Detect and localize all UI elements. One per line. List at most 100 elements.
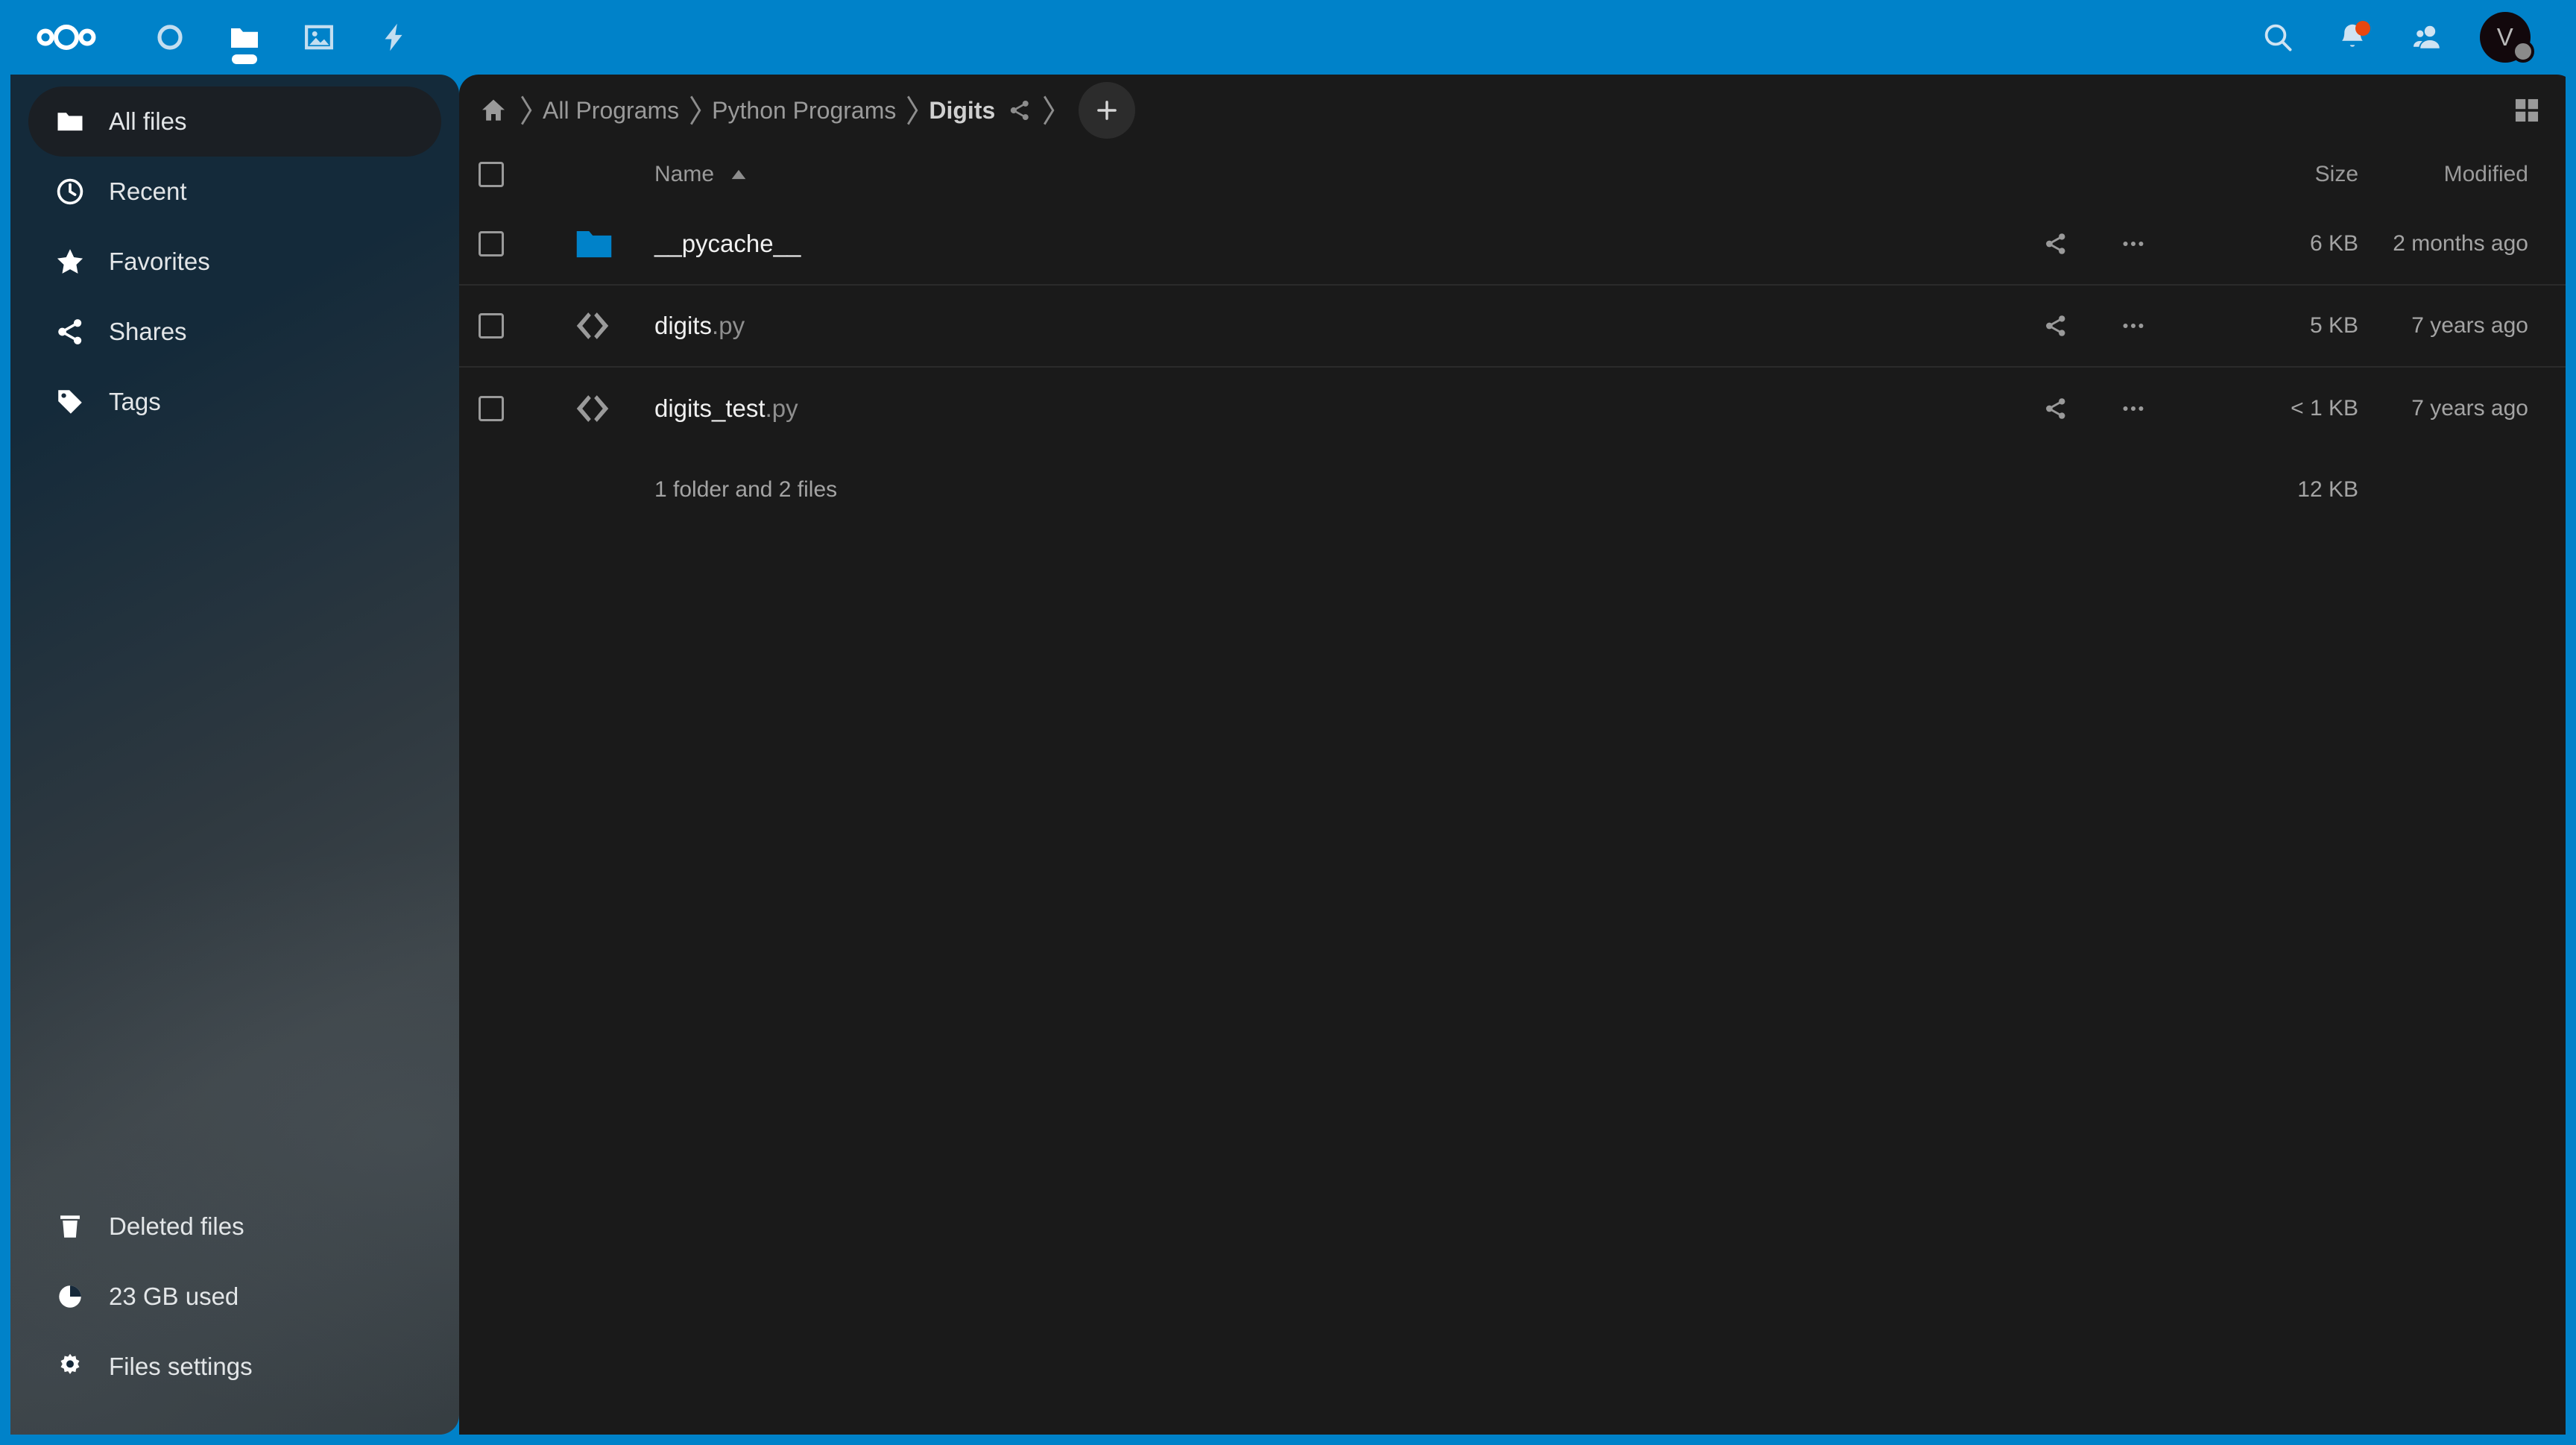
star-icon: [51, 242, 89, 281]
breadcrumb-separator: [1034, 90, 1064, 130]
share-header: [2017, 146, 2094, 203]
summary-spacer: [2358, 449, 2576, 531]
sidebar-item-recent[interactable]: Recent: [28, 157, 441, 227]
file-name[interactable]: digits: [654, 312, 712, 339]
sidebar-item-label: Favorites: [109, 248, 210, 275]
row-share-cell: [2017, 367, 2094, 449]
new-file-button[interactable]: [1079, 82, 1136, 139]
table-row[interactable]: __pycache__ 6 KB 2 months ago: [459, 203, 2576, 285]
row-modified: 7 years ago: [2411, 313, 2528, 338]
clock-icon: [51, 172, 89, 211]
controls-bar: All Programs Python Programs Digits: [459, 75, 2576, 146]
sidebar-navigation: All files Recent Favorites Shares Tags D…: [10, 75, 459, 1435]
select-all-header: [459, 146, 571, 203]
breadcrumb-item-all-programs[interactable]: All Programs: [543, 97, 679, 125]
sidebar-item-label: Files settings: [109, 1353, 253, 1380]
row-size: 6 KB: [2309, 230, 2358, 256]
sidebar-item-label: 23 GB used: [109, 1282, 239, 1310]
modified-header[interactable]: Modified: [2358, 146, 2576, 203]
row-icon-cell: [571, 203, 654, 285]
row-share-button[interactable]: [2030, 382, 2082, 435]
home-icon[interactable]: [477, 94, 510, 127]
summary-spacer: [2094, 449, 2172, 531]
right-edge-accent: [2566, 75, 2576, 1445]
share-icon: [51, 312, 89, 351]
file-name[interactable]: digits_test: [654, 394, 765, 422]
sidebar-item-storage-used[interactable]: 23 GB used: [28, 1262, 441, 1332]
search-button[interactable]: [2241, 0, 2315, 75]
table-row[interactable]: digits_test.py < 1 KB 7 years ago: [459, 367, 2576, 449]
app-dashboard[interactable]: [133, 0, 207, 75]
row-icon-cell: [571, 367, 654, 449]
table-summary-row: 1 folder and 2 files 12 KB: [459, 449, 2576, 531]
sidebar-item-label: Shares: [109, 318, 187, 345]
row-name-cell[interactable]: digits_test.py: [654, 367, 2017, 449]
summary-spacer: [2017, 449, 2094, 531]
contacts-button[interactable]: [2390, 0, 2464, 75]
row-more-actions-button[interactable]: [2107, 382, 2159, 435]
row-share-button[interactable]: [2030, 218, 2082, 270]
select-all-checkbox[interactable]: [479, 162, 504, 187]
sort-ascending-icon: [730, 169, 747, 180]
sidebar-item-deleted-files[interactable]: Deleted files: [28, 1191, 441, 1262]
folder-icon: [51, 102, 89, 141]
row-checkbox[interactable]: [479, 395, 504, 421]
row-name-cell[interactable]: digits.py: [654, 285, 2017, 367]
tag-icon: [51, 382, 89, 421]
row-menu-cell: [2094, 285, 2172, 367]
row-select-cell: [459, 203, 571, 285]
sidebar-bottom-items: Deleted files 23 GB used Files settings: [10, 1191, 459, 1435]
row-checkbox[interactable]: [479, 230, 504, 256]
summary-spacer: [459, 449, 571, 531]
breadcrumb-item-python-programs[interactable]: Python Programs: [712, 97, 896, 125]
row-icon-cell: [571, 285, 654, 367]
breadcrumb: All Programs Python Programs Digits: [477, 82, 1136, 139]
sidebar-item-shares[interactable]: Shares: [28, 297, 441, 367]
breadcrumb-share-icon[interactable]: [1007, 98, 1032, 123]
files-table-header: Name Size Modified: [459, 146, 2576, 203]
row-more-actions-button[interactable]: [2107, 300, 2159, 352]
gear-icon: [51, 1347, 89, 1386]
breadcrumb-item-digits[interactable]: Digits: [929, 97, 995, 125]
pie-chart-icon: [51, 1277, 89, 1316]
breadcrumb-separator: [897, 90, 927, 130]
user-avatar[interactable]: V: [2464, 0, 2546, 75]
summary-total-size: 12 KB: [2297, 477, 2358, 502]
row-share-button[interactable]: [2030, 300, 2082, 352]
summary-spacer: [571, 449, 654, 531]
app-activity[interactable]: [356, 0, 431, 75]
sidebar-item-label: Recent: [109, 177, 187, 205]
sidebar-item-all-files[interactable]: All files: [28, 86, 441, 157]
sidebar-item-favorites[interactable]: Favorites: [28, 227, 441, 297]
row-checkbox[interactable]: [479, 313, 504, 339]
breadcrumb-separator: [681, 90, 710, 130]
folder-icon: [571, 221, 654, 267]
file-name[interactable]: __pycache__: [654, 230, 801, 257]
row-size: < 1 KB: [2291, 395, 2358, 421]
notification-badge: [2355, 21, 2370, 36]
files-table-body: __pycache__ 6 KB 2 months ago digits.py …: [459, 203, 2576, 531]
table-row[interactable]: digits.py 5 KB 7 years ago: [459, 285, 2576, 367]
row-menu-cell: [2094, 203, 2172, 285]
app-files[interactable]: [207, 0, 282, 75]
nextcloud-logo[interactable]: [0, 0, 133, 75]
name-header[interactable]: Name: [654, 146, 2017, 203]
notifications-button[interactable]: [2315, 0, 2390, 75]
row-name-cell[interactable]: __pycache__: [654, 203, 2017, 285]
breadcrumb-separator: [511, 90, 541, 130]
files-content-area: All Programs Python Programs Digits Name…: [459, 75, 2576, 1435]
files-table: Name Size Modified __pycache__ 6 KB 2 mo…: [459, 146, 2576, 531]
app-photos[interactable]: [282, 0, 356, 75]
grid-view-toggle[interactable]: [2503, 86, 2551, 134]
sidebar-item-label: Deleted files: [109, 1212, 244, 1240]
sidebar-item-tags[interactable]: Tags: [28, 367, 441, 437]
sidebar-item-label: Tags: [109, 388, 161, 415]
trash-icon: [51, 1207, 89, 1246]
row-more-actions-button[interactable]: [2107, 218, 2159, 270]
sidebar-item-files-settings[interactable]: Files settings: [28, 1332, 441, 1402]
file-extension: .py: [765, 394, 798, 422]
apps-navigation: [133, 0, 431, 75]
header-actions: V: [2241, 0, 2576, 75]
row-select-cell: [459, 285, 571, 367]
size-header[interactable]: Size: [2172, 146, 2358, 203]
